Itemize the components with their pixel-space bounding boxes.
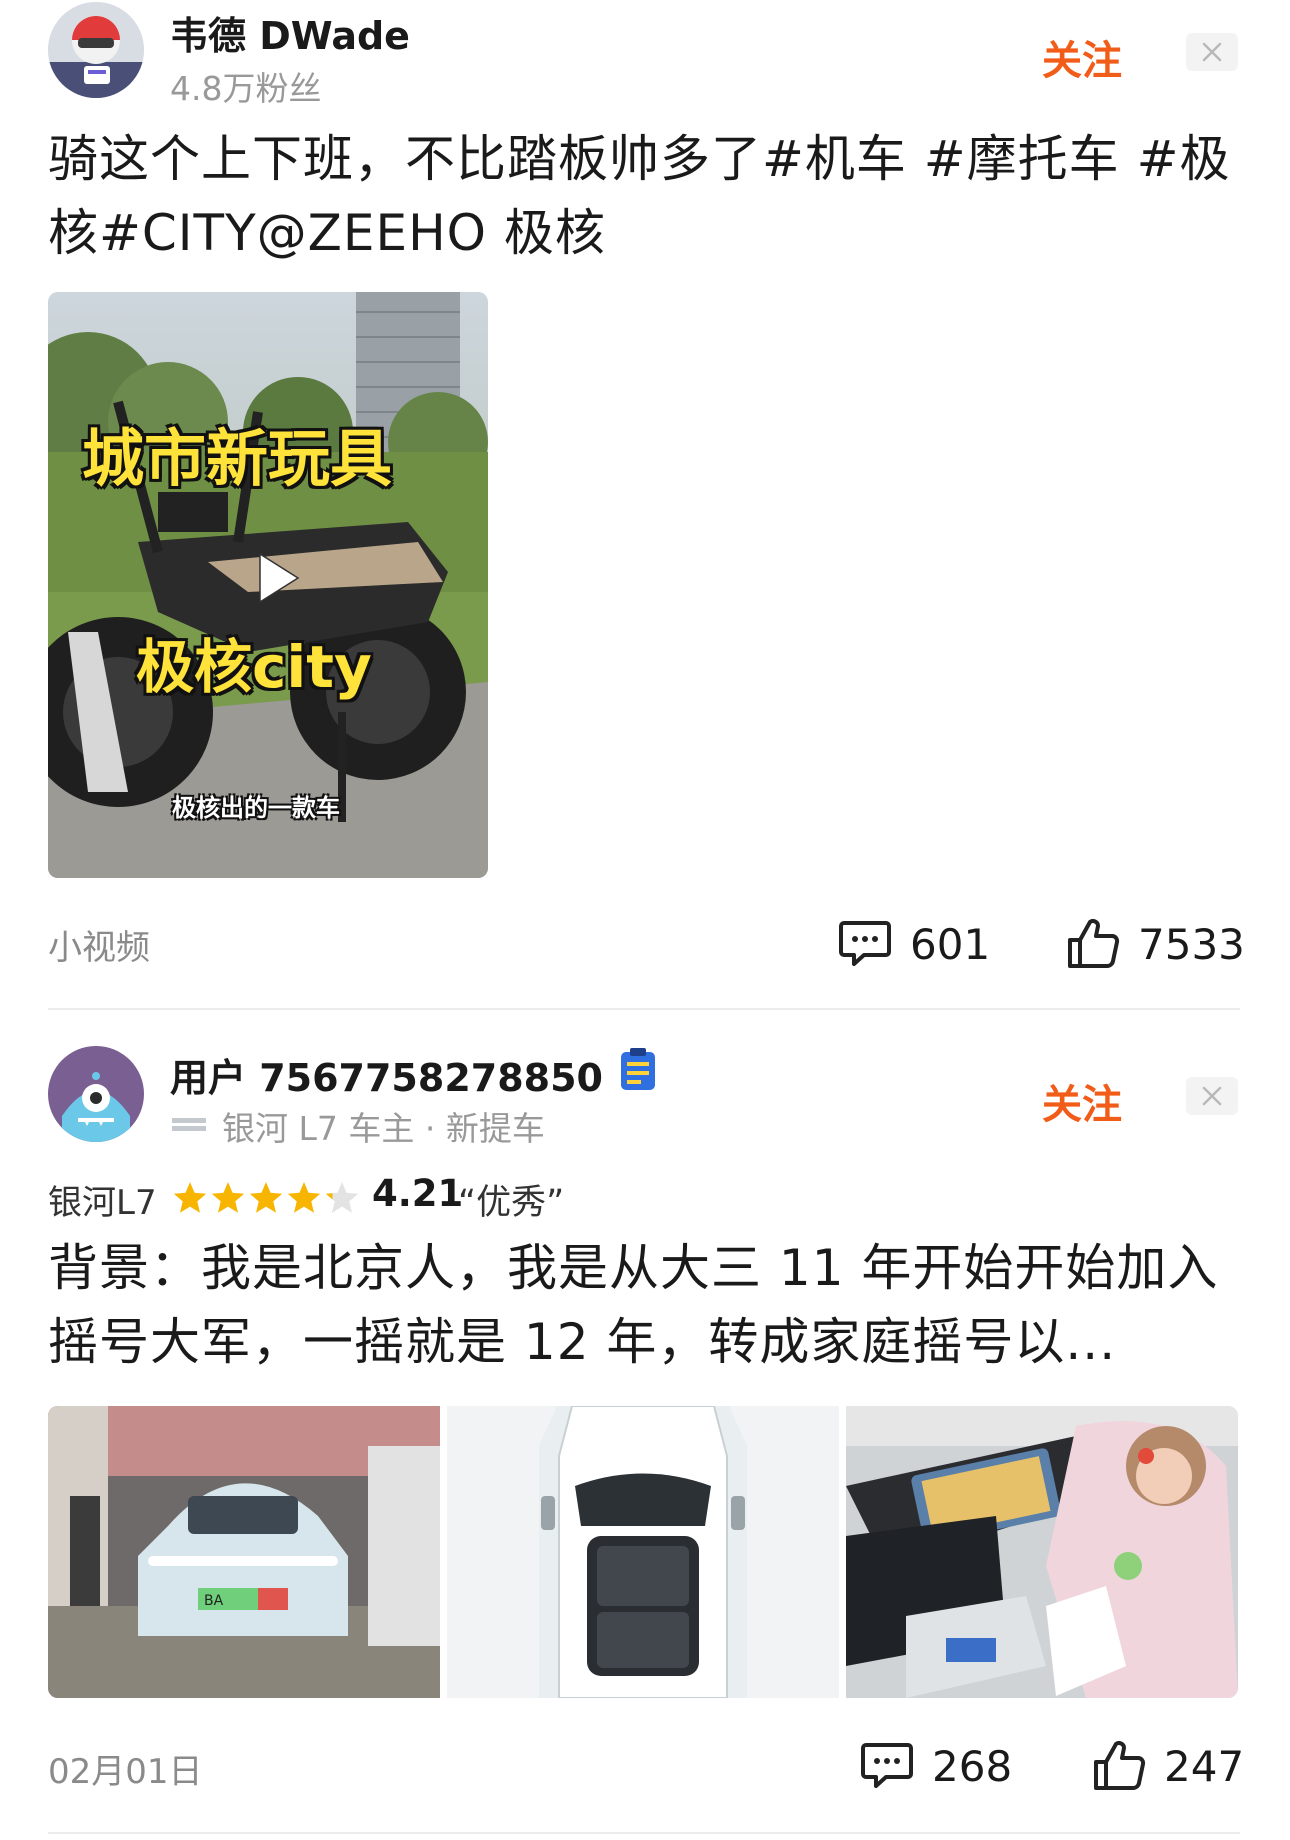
like-count: 247 <box>1164 1741 1245 1791</box>
post-type-label: 小视频 <box>48 928 150 968</box>
author-name[interactable]: 韦德 DWade <box>170 5 410 60</box>
post-divider <box>48 1832 1240 1834</box>
rating-score: 4.21 <box>372 1172 464 1215</box>
comment-button[interactable]: 601 <box>838 916 990 972</box>
post-text[interactable]: 背景：我是北京人，我是从大三 11 年开始开始加入摇号大军，一摇就是 12 年，… <box>48 1231 1248 1379</box>
post-divider <box>48 1008 1240 1010</box>
like-button[interactable]: 247 <box>1092 1738 1244 1794</box>
video-caption-title: 城市新玩具 <box>82 422 393 495</box>
image-tile-3[interactable] <box>846 1406 1238 1698</box>
image-tile-2[interactable] <box>447 1406 839 1698</box>
comment-button[interactable]: 268 <box>860 1738 1012 1794</box>
comment-bubble-icon <box>861 1743 913 1788</box>
author-avatar[interactable] <box>48 1046 144 1142</box>
rating-stars <box>172 1178 362 1218</box>
follow-button[interactable]: 关注 <box>1042 1072 1122 1130</box>
thumbs-up-icon <box>1068 919 1120 968</box>
like-button[interactable]: 7533 <box>1066 916 1245 972</box>
close-icon <box>1202 1086 1222 1106</box>
follow-button[interactable]: 关注 <box>1042 28 1122 86</box>
clipboard-badge-icon <box>621 1048 655 1090</box>
post-text[interactable]: 骑这个上下班，不比踏板帅多了#机车 #摩托车 #极核#CITY@ZEEHO 极核 <box>48 122 1248 270</box>
video-thumbnail[interactable]: 城市新玩具 极核city 极核出的一款车 <box>48 292 488 878</box>
video-caption-subtitle: 极核city <box>136 633 372 701</box>
comment-count: 601 <box>910 919 991 969</box>
close-icon <box>1202 42 1222 62</box>
rating-word: “优秀” <box>458 1183 565 1223</box>
image-tile-1[interactable]: BA <box>48 1406 440 1698</box>
author-fans-count: 4.8万粉丝 <box>170 69 322 108</box>
star-icon <box>249 1182 283 1213</box>
car-model-label[interactable]: 银河L7 <box>48 1175 157 1224</box>
author-subtitle: 银河 L7 车主 · 新提车 <box>222 1109 545 1148</box>
play-icon[interactable] <box>256 552 300 604</box>
license-plate-text: BA <box>204 1593 224 1609</box>
post-date: 02月01日 <box>48 1752 203 1792</box>
comment-count: 268 <box>932 1741 1013 1791</box>
dismiss-button[interactable] <box>1186 33 1238 71</box>
star-icon <box>173 1182 207 1213</box>
star-icon <box>211 1182 245 1213</box>
like-count: 7533 <box>1138 919 1245 969</box>
comment-bubble-icon <box>839 921 891 966</box>
dismiss-button[interactable] <box>1186 1077 1238 1115</box>
star-icon <box>287 1182 321 1213</box>
thumbs-up-icon <box>1094 1741 1146 1790</box>
feed-post-1: 韦德 DWade 4.8万粉丝 关注 骑这个上下班，不比踏板帅多了#机车 #摩托… <box>0 0 1290 969</box>
author-avatar[interactable] <box>48 2 144 98</box>
car-owner-icon <box>172 1118 206 1131</box>
star-icon <box>325 1182 359 1213</box>
author-name[interactable]: 用户 7567758278850 <box>170 1047 603 1102</box>
video-caption-small: 极核出的一款车 <box>172 794 340 822</box>
image-grid: BA <box>48 1406 1238 1698</box>
